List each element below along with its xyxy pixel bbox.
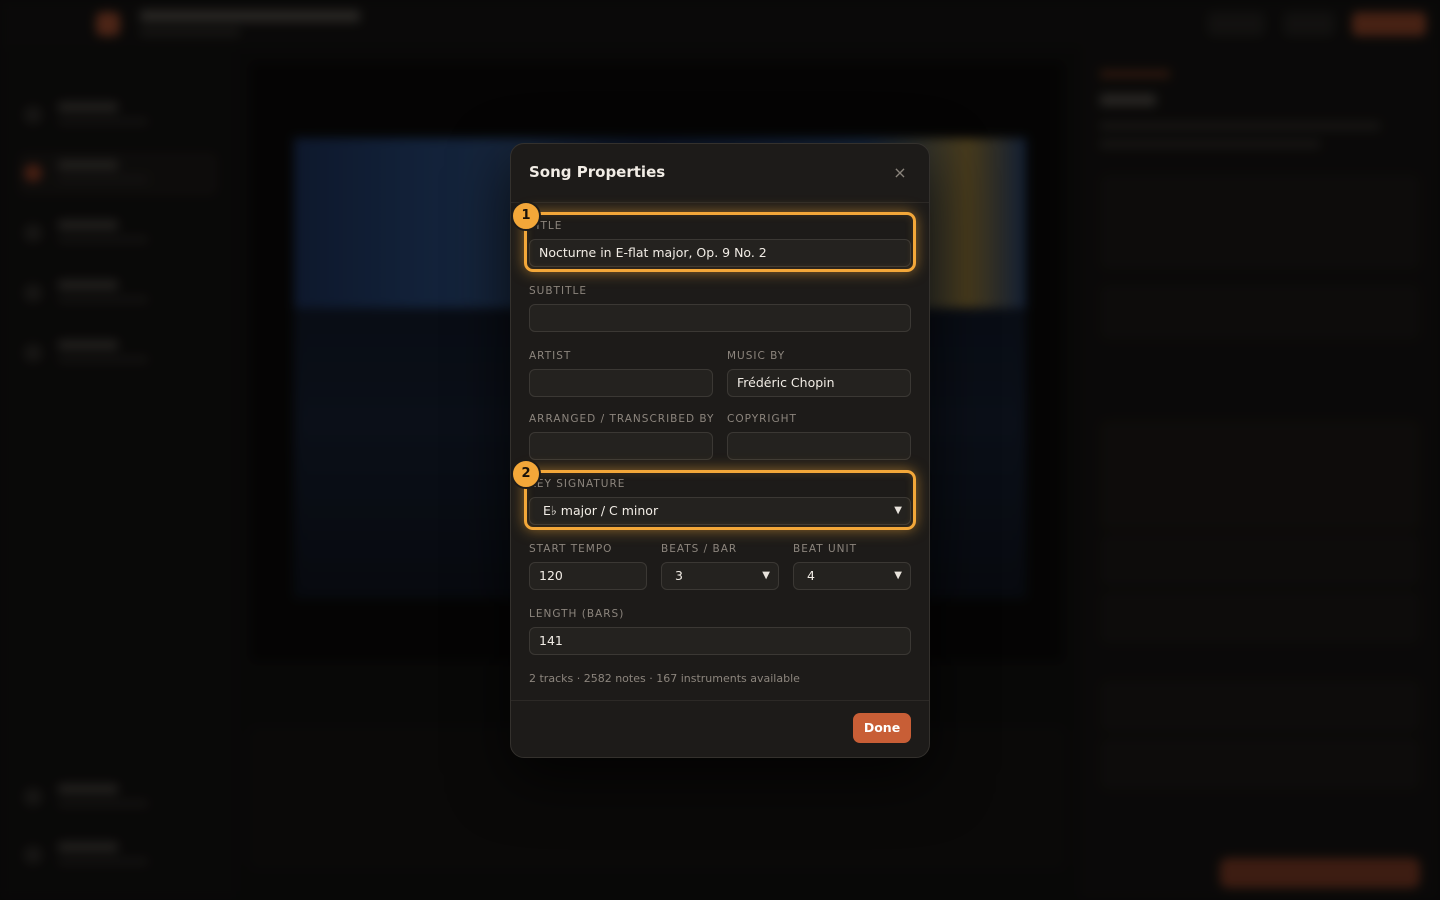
length-bars-input[interactable]: 141 xyxy=(529,627,911,655)
dialog-title: Song Properties xyxy=(529,163,666,181)
copyright-label: COPYRIGHT xyxy=(727,413,797,425)
key-signature-label: KEY SIGNATURE xyxy=(529,478,626,490)
annotation-badge-1: 1 xyxy=(511,201,541,231)
key-signature-select[interactable]: E♭ major / C minor ▼ xyxy=(529,497,911,525)
start-tempo-input[interactable]: 120 xyxy=(529,562,647,590)
song-properties-dialog: Song Properties × TITLE Nocturne in E-fl… xyxy=(510,143,930,758)
arranged-by-input[interactable] xyxy=(529,432,713,460)
beats-per-bar-value: 3 xyxy=(675,568,683,583)
artist-label: ARTIST xyxy=(529,350,572,362)
song-summary: 2 tracks · 2582 notes · 167 instruments … xyxy=(529,672,800,685)
beat-unit-label: BEAT UNIT xyxy=(793,543,858,555)
dialog-footer: Done xyxy=(511,700,929,757)
done-button[interactable]: Done xyxy=(853,713,911,743)
artist-input[interactable] xyxy=(529,369,713,397)
chevron-down-icon: ▼ xyxy=(894,570,902,581)
beats-per-bar-label: BEATS / BAR xyxy=(661,543,738,555)
music-by-label: MUSIC BY xyxy=(727,350,786,362)
start-tempo-label: START TEMPO xyxy=(529,543,613,555)
annotation-badge-2: 2 xyxy=(511,459,541,489)
beats-per-bar-select[interactable]: 3 ▼ xyxy=(661,562,779,590)
subtitle-label: SUBTITLE xyxy=(529,285,587,297)
beat-unit-select[interactable]: 4 ▼ xyxy=(793,562,911,590)
title-input[interactable]: Nocturne in E-flat major, Op. 9 No. 2 xyxy=(529,239,911,267)
dialog-header: Song Properties × xyxy=(511,144,929,203)
chevron-down-icon: ▼ xyxy=(762,570,770,581)
copyright-input[interactable] xyxy=(727,432,911,460)
chevron-down-icon: ▼ xyxy=(894,505,902,516)
close-icon[interactable]: × xyxy=(889,162,911,184)
length-bars-label: LENGTH (BARS) xyxy=(529,608,625,620)
beat-unit-value: 4 xyxy=(807,568,815,583)
arranged-by-label: ARRANGED / TRANSCRIBED BY xyxy=(529,413,715,425)
key-signature-value: E♭ major / C minor xyxy=(543,503,659,518)
music-by-input[interactable]: Frédéric Chopin xyxy=(727,369,911,397)
subtitle-input[interactable] xyxy=(529,304,911,332)
